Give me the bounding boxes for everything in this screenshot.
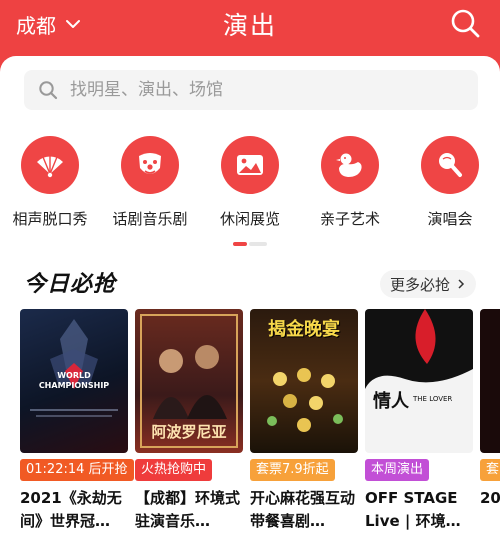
show-title: 202会 xyxy=(480,489,500,507)
category-icon-circle xyxy=(321,136,379,194)
category-drama[interactable]: 话剧音乐剧 xyxy=(100,132,200,229)
chevron-right-icon xyxy=(458,279,465,289)
show-carousel: WORLD CHAMPIONSHIP 01:22:14 后开抢 2021《永劫无… xyxy=(0,309,500,557)
clown-mask-icon xyxy=(139,153,161,174)
fan-icon xyxy=(37,155,63,178)
poster-subcaption: THE LOVER xyxy=(413,395,453,403)
category-kids[interactable]: 亲子艺术 xyxy=(300,132,400,229)
search-icon[interactable] xyxy=(450,8,482,40)
show-poster xyxy=(480,309,500,453)
category-label: 亲子艺术 xyxy=(319,210,380,228)
category-label: 话剧音乐剧 xyxy=(112,210,188,228)
show-title: 【成都】环境式驻演音乐… xyxy=(135,489,241,530)
show-poster: 阿波罗尼亚 xyxy=(135,309,243,453)
category-icon-circle xyxy=(421,136,479,194)
category-row: 相声脱口秀 话剧音乐剧 休闲展览 亲子艺术 演唱会 xyxy=(0,132,500,232)
category-label: 演唱会 xyxy=(427,210,473,228)
status-badge: 01:22:14 后开抢 xyxy=(20,459,134,481)
page-indicator xyxy=(233,242,267,246)
page-dot xyxy=(249,242,267,246)
search-bar[interactable] xyxy=(24,70,478,110)
poster-caption: WORLD CHAMPIONSHIP xyxy=(38,371,110,390)
show-card[interactable]: 阿波罗尼亚 火热抢购中 【成都】环境式驻演音乐… xyxy=(135,309,243,533)
status-badge: 火热抢购中 xyxy=(135,459,213,481)
section-title: 今日必抢 xyxy=(24,272,117,297)
microphone-icon xyxy=(439,153,462,177)
page-title: 演出 xyxy=(222,11,277,40)
search-input[interactable] xyxy=(70,80,450,100)
show-card[interactable]: 揭金晚宴 套票7.9折起 开心麻花强互动带餐喜剧… xyxy=(250,309,358,533)
category-label: 休闲展览 xyxy=(219,210,280,228)
more-button-label: 更多必抢 xyxy=(389,275,450,294)
show-title: OFF STAGE Live | 环境… xyxy=(365,489,461,530)
poster-art xyxy=(365,309,473,389)
show-title: 开心麻花强互动带餐喜剧… xyxy=(250,489,356,530)
category-comedy[interactable]: 相声脱口秀 xyxy=(0,132,100,229)
show-title: 2021《永劫无间》世界冠… xyxy=(20,489,122,530)
status-badge: 套票7.9折起 xyxy=(250,459,335,481)
duck-icon xyxy=(336,153,362,177)
poster-caption: 情人 xyxy=(373,391,409,412)
category-exhibition[interactable]: 休闲展览 xyxy=(200,132,300,229)
show-card[interactable]: 情人 THE LOVER 本周演出 OFF STAGE Live | 环境… xyxy=(365,309,473,533)
show-poster: 揭金晚宴 xyxy=(250,309,358,453)
page-dot-active xyxy=(233,242,247,246)
category-icon-circle xyxy=(221,136,279,194)
category-icon-circle xyxy=(121,136,179,194)
status-badge: 套 xyxy=(480,459,500,481)
category-icon-circle xyxy=(21,136,79,194)
show-card[interactable]: WORLD CHAMPIONSHIP 01:22:14 后开抢 2021《永劫无… xyxy=(20,309,134,533)
category-label: 相声脱口秀 xyxy=(12,210,88,228)
category-concert[interactable]: 演唱会 xyxy=(400,132,500,229)
show-poster: 情人 THE LOVER xyxy=(365,309,473,453)
search-icon xyxy=(39,81,58,100)
show-card[interactable]: 套 202会 xyxy=(480,309,500,533)
poster-caption: 揭金晚宴 xyxy=(268,319,340,340)
poster-caption: 阿波罗尼亚 xyxy=(151,423,227,441)
status-badge: 本周演出 xyxy=(365,459,430,481)
show-poster: WORLD CHAMPIONSHIP xyxy=(20,309,128,453)
picture-icon xyxy=(237,155,263,175)
more-button[interactable]: 更多必抢 xyxy=(380,270,476,298)
